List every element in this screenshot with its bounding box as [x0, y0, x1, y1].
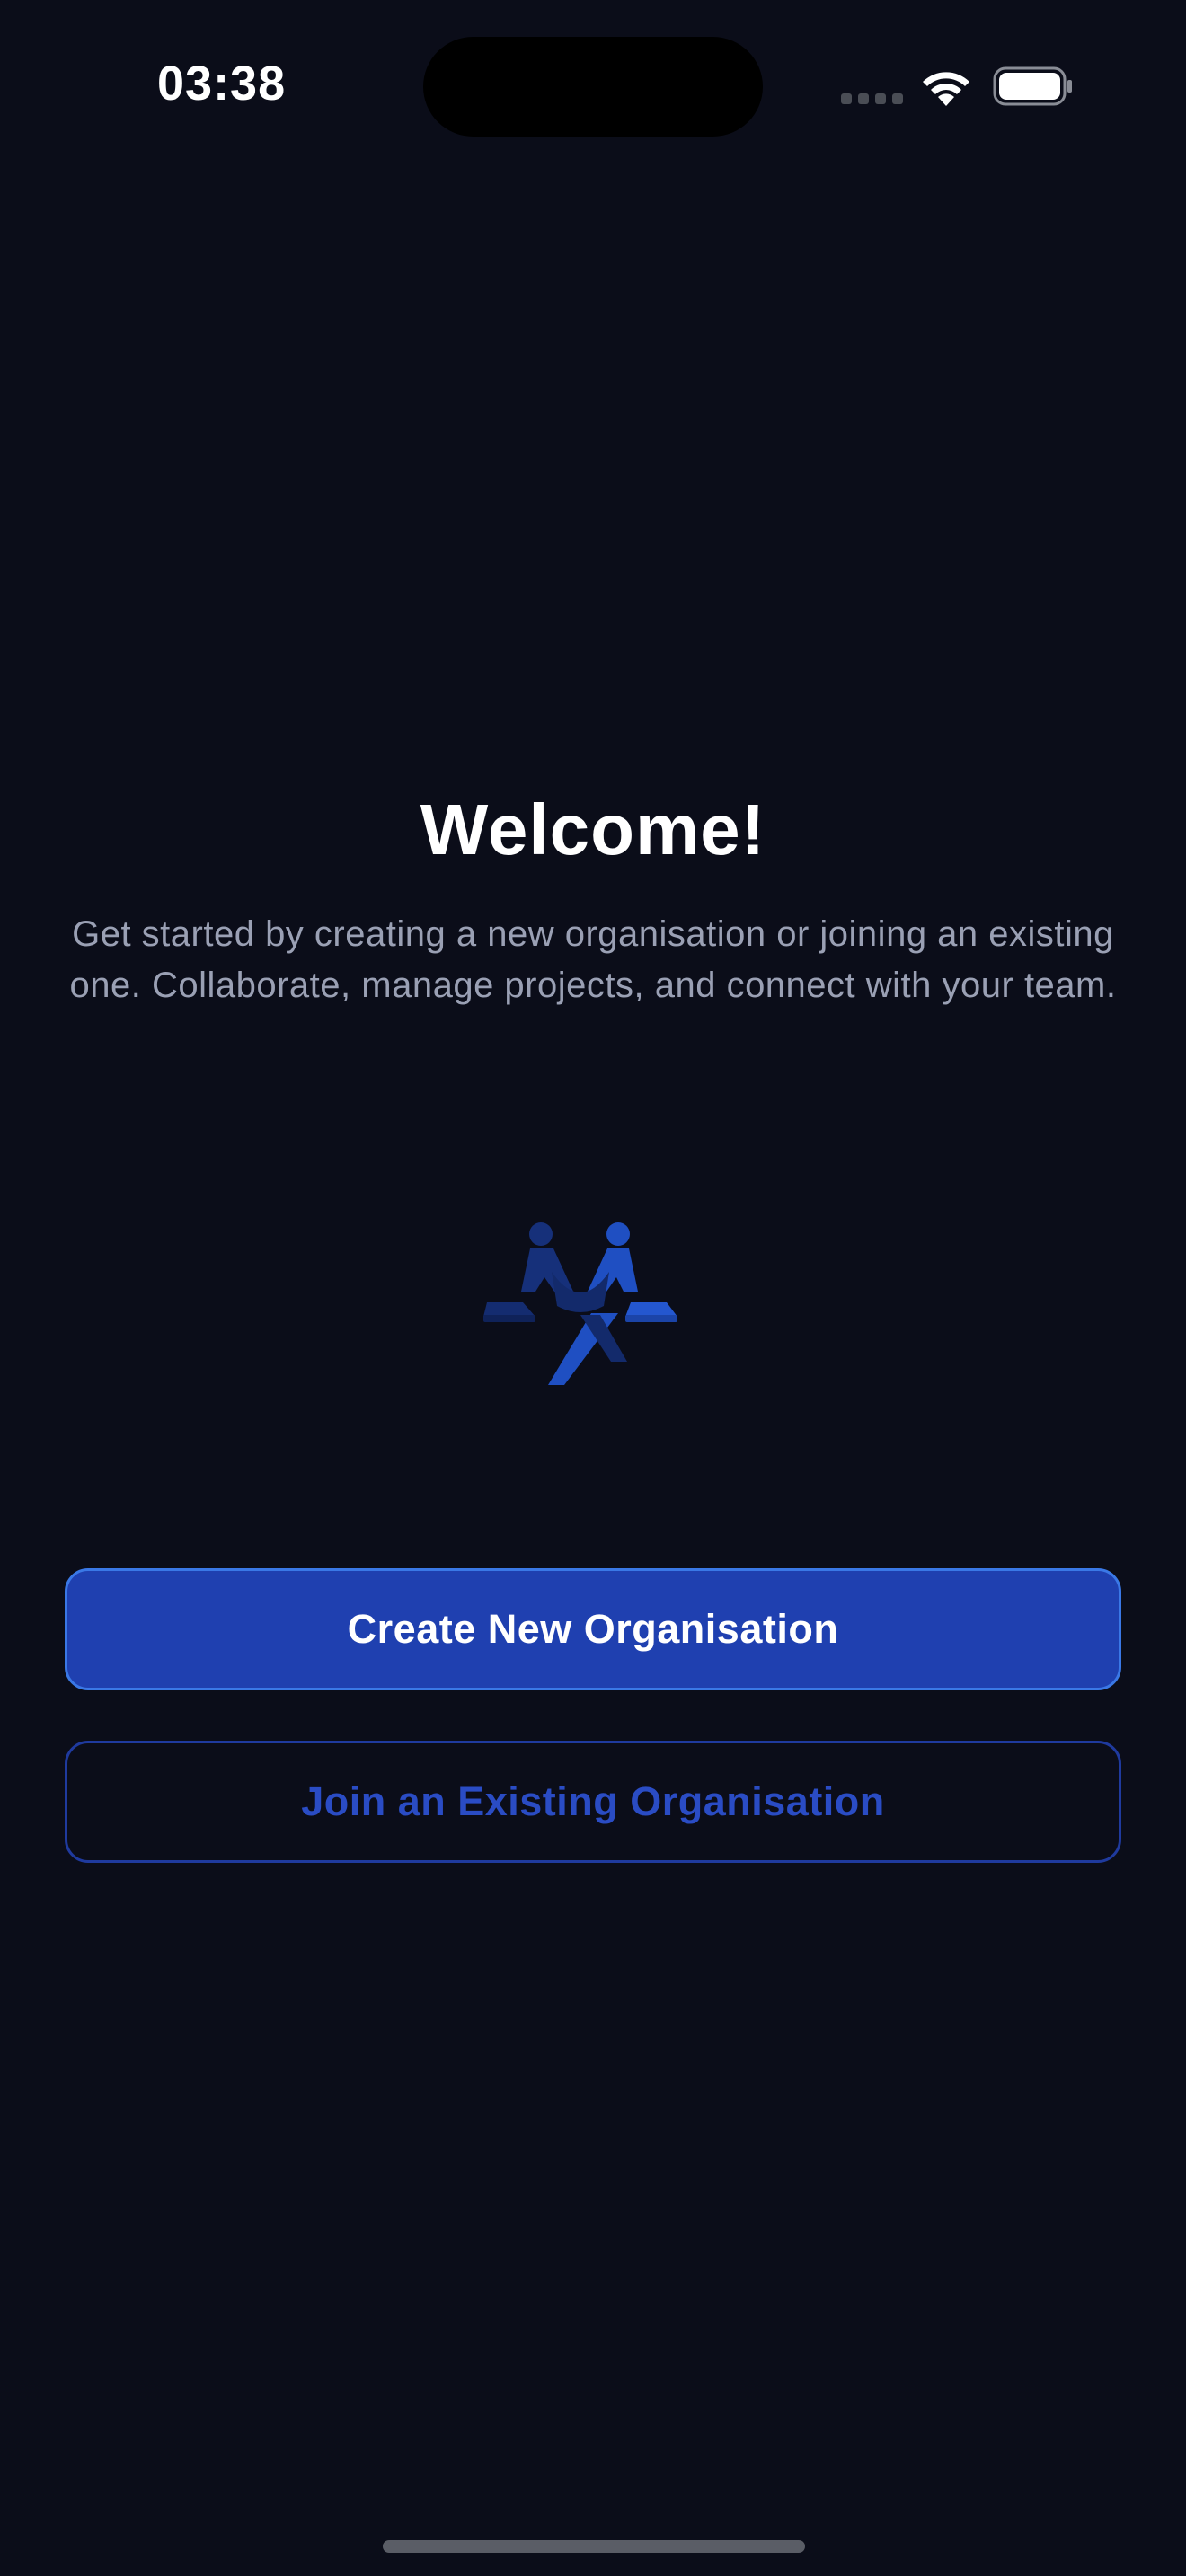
status-bar: 03:38	[0, 0, 1186, 180]
dynamic-island	[423, 37, 763, 137]
home-indicator[interactable]	[383, 2540, 805, 2553]
battery-icon	[993, 66, 1072, 106]
signal-icon	[841, 93, 903, 104]
welcome-title: Welcome!	[420, 790, 766, 869]
join-organisation-button[interactable]: Join an Existing Organisation	[65, 1741, 1121, 1863]
welcome-subtitle: Get started by creating a new organisati…	[69, 914, 1117, 1005]
team-collaboration-illustration	[483, 1222, 677, 1385]
wifi-icon	[923, 72, 969, 106]
create-organisation-button[interactable]: Create New Organisation	[65, 1568, 1121, 1690]
status-time: 03:38	[157, 57, 287, 110]
